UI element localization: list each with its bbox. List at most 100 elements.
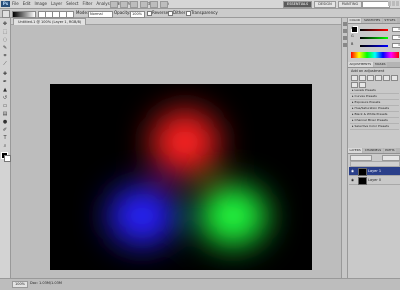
adjustments-title: Add an adjustment bbox=[351, 69, 385, 73]
history-brush-tool-icon[interactable]: ↺ bbox=[2, 95, 8, 101]
eye-icon[interactable]: ◉ bbox=[351, 178, 354, 182]
adjustment-icons bbox=[351, 75, 399, 88]
slider-r-value[interactable]: 0 bbox=[392, 27, 400, 32]
tab-styles[interactable]: STYLES bbox=[382, 18, 397, 23]
eye-icon[interactable]: ◉ bbox=[351, 169, 354, 173]
search-input[interactable] bbox=[362, 1, 390, 8]
bridge-icon[interactable] bbox=[110, 1, 118, 8]
slider-b[interactable] bbox=[360, 45, 388, 47]
workspace-design[interactable]: DESIGN bbox=[314, 1, 336, 8]
menu-file[interactable]: File bbox=[12, 1, 19, 7]
menu-image[interactable]: Image bbox=[34, 1, 47, 7]
toolbox: ✥ ⬚ ◌ ✎ ⌗ ⟋ ✚ ✒ ▲ ↺ ▭ ▤ ● ✐ T ⌕ bbox=[0, 18, 11, 278]
arrange-docs-icon[interactable] bbox=[160, 1, 168, 8]
exposure-icon[interactable] bbox=[375, 75, 382, 81]
tab-channels[interactable]: CHANNELS bbox=[363, 148, 383, 153]
zoom-level[interactable]: 100% bbox=[12, 281, 29, 288]
slider-r[interactable] bbox=[360, 29, 388, 31]
hue-saturation-icon[interactable] bbox=[391, 75, 398, 81]
gradient-picker[interactable] bbox=[12, 10, 36, 18]
quick-select-tool-icon[interactable]: ✎ bbox=[2, 45, 8, 51]
status-bar: 100% Doc: 1.03M/1.03M bbox=[0, 278, 400, 290]
tab-swatches[interactable]: SWATCHES bbox=[362, 18, 382, 23]
preset-selective-color[interactable]: Selective Color Presets bbox=[350, 124, 399, 130]
blur-tool-icon[interactable]: ● bbox=[2, 119, 8, 125]
slider-b-value[interactable]: 0 bbox=[392, 43, 400, 48]
tab-paths[interactable]: PATHS bbox=[383, 148, 397, 153]
panel-dock: COLOR SWATCHES STYLES R 0 G 0 B 0 ADJUST… bbox=[347, 18, 400, 278]
type-tool-icon[interactable]: T bbox=[2, 135, 8, 141]
tab-masks[interactable]: MASKS bbox=[373, 62, 388, 67]
slider-g-label: G bbox=[351, 34, 354, 38]
canvas-workspace bbox=[11, 25, 341, 278]
menu-select[interactable]: Select bbox=[66, 1, 78, 7]
gradient-tool-icon[interactable] bbox=[2, 10, 10, 18]
window-controls bbox=[388, 1, 399, 6]
brightness-icon[interactable] bbox=[351, 75, 358, 81]
mode-select[interactable]: Normal bbox=[88, 10, 113, 18]
slider-b-label: B bbox=[351, 42, 354, 46]
maximize-button[interactable] bbox=[392, 1, 395, 6]
color-spectrum[interactable] bbox=[351, 52, 399, 58]
lasso-tool-icon[interactable]: ◌ bbox=[2, 37, 8, 43]
close-button[interactable] bbox=[396, 1, 399, 6]
mini-bridge-icon[interactable] bbox=[120, 1, 128, 8]
eyedropper-tool-icon[interactable]: ⟋ bbox=[2, 61, 8, 67]
slider-r-label: R bbox=[351, 26, 354, 30]
eraser-tool-icon[interactable]: ▭ bbox=[2, 103, 8, 109]
marquee-tool-icon[interactable]: ⬚ bbox=[2, 29, 8, 35]
diamond-gradient-icon[interactable] bbox=[66, 10, 74, 18]
red-blob bbox=[151, 110, 219, 174]
menu-edit[interactable]: Edit bbox=[23, 1, 31, 7]
dither-label: Dither bbox=[173, 10, 186, 15]
tab-adjustments[interactable]: ADJUSTMENTS bbox=[348, 62, 373, 67]
workspace-switcher: ESSENTIALS DESIGN PAINTING bbox=[283, 1, 363, 8]
pen-tool-icon[interactable]: ✐ bbox=[2, 127, 8, 133]
doc-info: Doc: 1.03M/1.03M bbox=[30, 281, 62, 285]
levels-icon[interactable] bbox=[359, 75, 366, 81]
opacity-input[interactable]: 100% bbox=[130, 10, 145, 18]
tab-color[interactable]: COLOR bbox=[348, 18, 362, 23]
brush-tool-icon[interactable]: ✒ bbox=[2, 79, 8, 85]
curves-icon[interactable] bbox=[367, 75, 374, 81]
menu-layer[interactable]: Layer bbox=[51, 1, 62, 7]
canvas-image bbox=[50, 84, 312, 270]
slider-g-value[interactable]: 0 bbox=[392, 35, 400, 40]
blue-blob bbox=[108, 186, 176, 246]
slider-g[interactable] bbox=[360, 37, 388, 39]
vibrance-icon[interactable] bbox=[383, 75, 390, 81]
document-tab[interactable]: Untitled-1 @ 100% (Layer 1, RGB/8) bbox=[13, 18, 87, 25]
opacity-label: Opacity: bbox=[114, 10, 131, 15]
background-color-swatch[interactable] bbox=[4, 155, 11, 162]
adjustments-panel-tabs: ADJUSTMENTS MASKS bbox=[348, 62, 400, 68]
color-panel-tabs: COLOR SWATCHES STYLES bbox=[348, 18, 400, 24]
document-canvas[interactable] bbox=[50, 84, 312, 270]
layer-thumbnail bbox=[358, 168, 367, 176]
workspace-painting[interactable]: PAINTING bbox=[337, 1, 363, 8]
workspace-essentials[interactable]: ESSENTIALS bbox=[283, 1, 313, 8]
mode-label: Mode: bbox=[76, 10, 89, 15]
move-tool-icon[interactable]: ✥ bbox=[2, 21, 8, 27]
layer-name: Layer 1 bbox=[368, 169, 382, 173]
layer-name: Layer 0 bbox=[368, 178, 382, 182]
menu-bar: Ps File Edit Image Layer Select Filter A… bbox=[0, 0, 400, 9]
clone-stamp-tool-icon[interactable]: ▲ bbox=[2, 87, 8, 93]
layers-panel-tabs: LAYERS CHANNELS PATHS bbox=[348, 148, 400, 154]
transparency-label: Transparency bbox=[191, 10, 218, 15]
layer-row-layer-1[interactable]: ◉ Layer 1 bbox=[349, 167, 400, 176]
quick-launch-bar bbox=[110, 1, 168, 8]
layer-row-layer-0[interactable]: ◉ Layer 0 bbox=[349, 176, 400, 185]
options-bar: Mode: Normal Opacity: 100% Reverse Dithe… bbox=[0, 9, 400, 18]
menu-filter[interactable]: Filter bbox=[82, 1, 92, 7]
tab-layers[interactable]: LAYERS bbox=[348, 148, 363, 153]
zoom-level-icon[interactable] bbox=[130, 1, 138, 8]
document-tab-bar: Untitled-1 @ 100% (Layer 1, RGB/8) bbox=[11, 18, 341, 25]
minimize-button[interactable] bbox=[388, 1, 391, 6]
healing-brush-tool-icon[interactable]: ✚ bbox=[2, 71, 8, 77]
gradient-tool-icon[interactable]: ▤ bbox=[2, 111, 8, 117]
layer-thumbnail bbox=[358, 177, 367, 185]
rotate-view-icon[interactable] bbox=[150, 1, 158, 8]
crop-tool-icon[interactable]: ⌗ bbox=[2, 53, 8, 59]
hand-tool-icon[interactable] bbox=[140, 1, 148, 8]
zoom-tool-icon[interactable]: ⌕ bbox=[2, 143, 8, 149]
